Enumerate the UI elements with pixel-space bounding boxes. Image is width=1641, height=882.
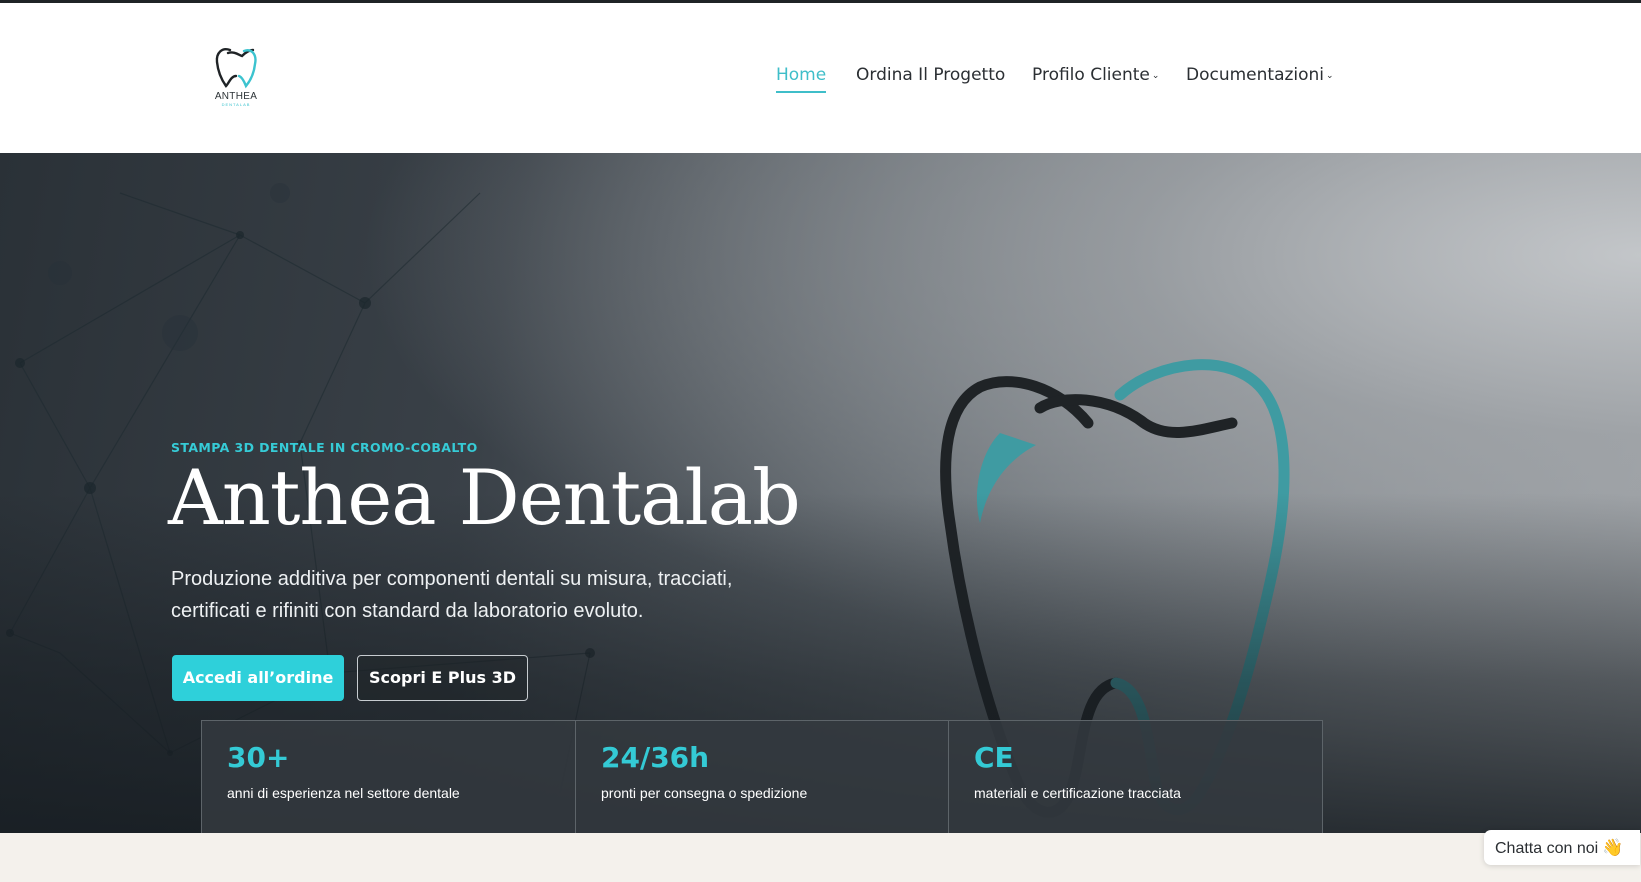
stat-value: 30+ [227, 741, 290, 774]
stat-value: 24/36h [601, 741, 710, 774]
chevron-down-icon: ⌄ [1151, 71, 1160, 81]
stat-value: CE [974, 741, 1014, 774]
stat-label: pronti per consegna o spedizione [601, 785, 808, 801]
nav-profilo-cliente[interactable]: Profilo Cliente ⌄ [1032, 65, 1159, 85]
nav-documentazioni[interactable]: Documentazioni ⌄ [1186, 65, 1334, 85]
waving-hand-icon: 👋 [1602, 838, 1624, 857]
logo-wordmark: ANTHEA [214, 91, 258, 102]
chevron-down-icon: ⌄ [1326, 71, 1334, 81]
stat-label: anni di esperienza nel settore dentale [227, 785, 460, 801]
hero-title: Anthea Dentalab [168, 453, 801, 542]
nav-label: Home [776, 65, 827, 85]
logo-tagline: DENTALAB [221, 102, 251, 107]
hero-subtitle: Produzione additiva per componenti denta… [171, 568, 733, 622]
stat-label: materiali e certificazione tracciata [974, 785, 1181, 801]
chat-widget-button[interactable]: Chatta con noi 👋 [1484, 830, 1640, 865]
chat-label: Chatta con noi [1495, 840, 1599, 857]
stats-bar: 30+ anni di esperienza nel settore denta… [201, 720, 1323, 833]
tooth-logo-icon [215, 48, 257, 89]
stat-certification: CE materiali e certificazione tracciata [948, 721, 1322, 833]
accedi-ordine-button[interactable]: Accedi all’ordine [172, 655, 344, 701]
nav-home[interactable]: Home [776, 65, 827, 93]
stat-experience: 30+ anni di esperienza nel settore denta… [202, 721, 575, 833]
nav-label: Ordina Il Progetto [856, 65, 1006, 85]
brand-logo[interactable]: ANTHEA DENTALAB [208, 45, 264, 115]
site-header: ANTHEA DENTALAB Home Ordina Il Progetto … [0, 3, 1641, 153]
nav-ordina-progetto[interactable]: Ordina Il Progetto [856, 65, 1005, 85]
scopri-eplus3d-button[interactable]: Scopri E Plus 3D [357, 655, 528, 701]
nav-label: Profilo Cliente [1032, 65, 1150, 85]
nav-label: Documentazioni [1186, 65, 1325, 85]
stat-delivery: 24/36h pronti per consegna o spedizione [575, 721, 948, 833]
hero-section: STAMPA 3D DENTALE IN CROMO-COBALTO Anthe… [0, 153, 1641, 833]
